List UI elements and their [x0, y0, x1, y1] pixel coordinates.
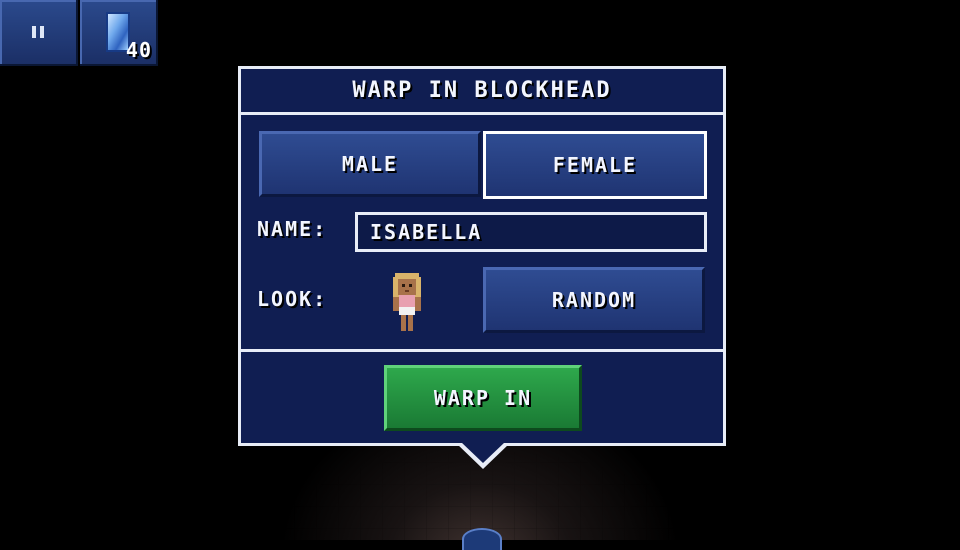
blockhead-avatar-icon	[393, 273, 421, 331]
male-label: MALE	[341, 152, 399, 176]
warp-in-dialog: WARP IN BLOCKHEAD MALE FEMALE NAME: ISAB…	[238, 66, 726, 446]
dialog-title: WARP IN BLOCKHEAD	[352, 78, 612, 103]
warp-in-button[interactable]: WARP IN	[384, 365, 582, 431]
male-button[interactable]: MALE	[259, 131, 481, 197]
dialog-pointer-fill	[461, 442, 505, 463]
dialog-header: WARP IN BLOCKHEAD	[241, 69, 723, 115]
dialog-divider	[241, 349, 723, 352]
random-look-button[interactable]: RANDOM	[483, 267, 705, 333]
pause-button[interactable]	[0, 0, 78, 66]
look-label: LOOK:	[257, 287, 328, 311]
warp-in-label: WARP IN	[433, 386, 533, 410]
name-input[interactable]: ISABELLA	[355, 212, 707, 252]
time-crystal-button[interactable]: 40	[80, 0, 158, 66]
female-label: FEMALE	[552, 153, 638, 177]
portal-top	[462, 528, 502, 550]
name-value: ISABELLA	[370, 220, 483, 244]
blockhead-avatar	[385, 271, 429, 335]
random-label: RANDOM	[551, 288, 637, 312]
female-button[interactable]: FEMALE	[483, 131, 707, 199]
crystal-count: 40	[125, 38, 152, 62]
name-label: NAME:	[257, 217, 328, 241]
